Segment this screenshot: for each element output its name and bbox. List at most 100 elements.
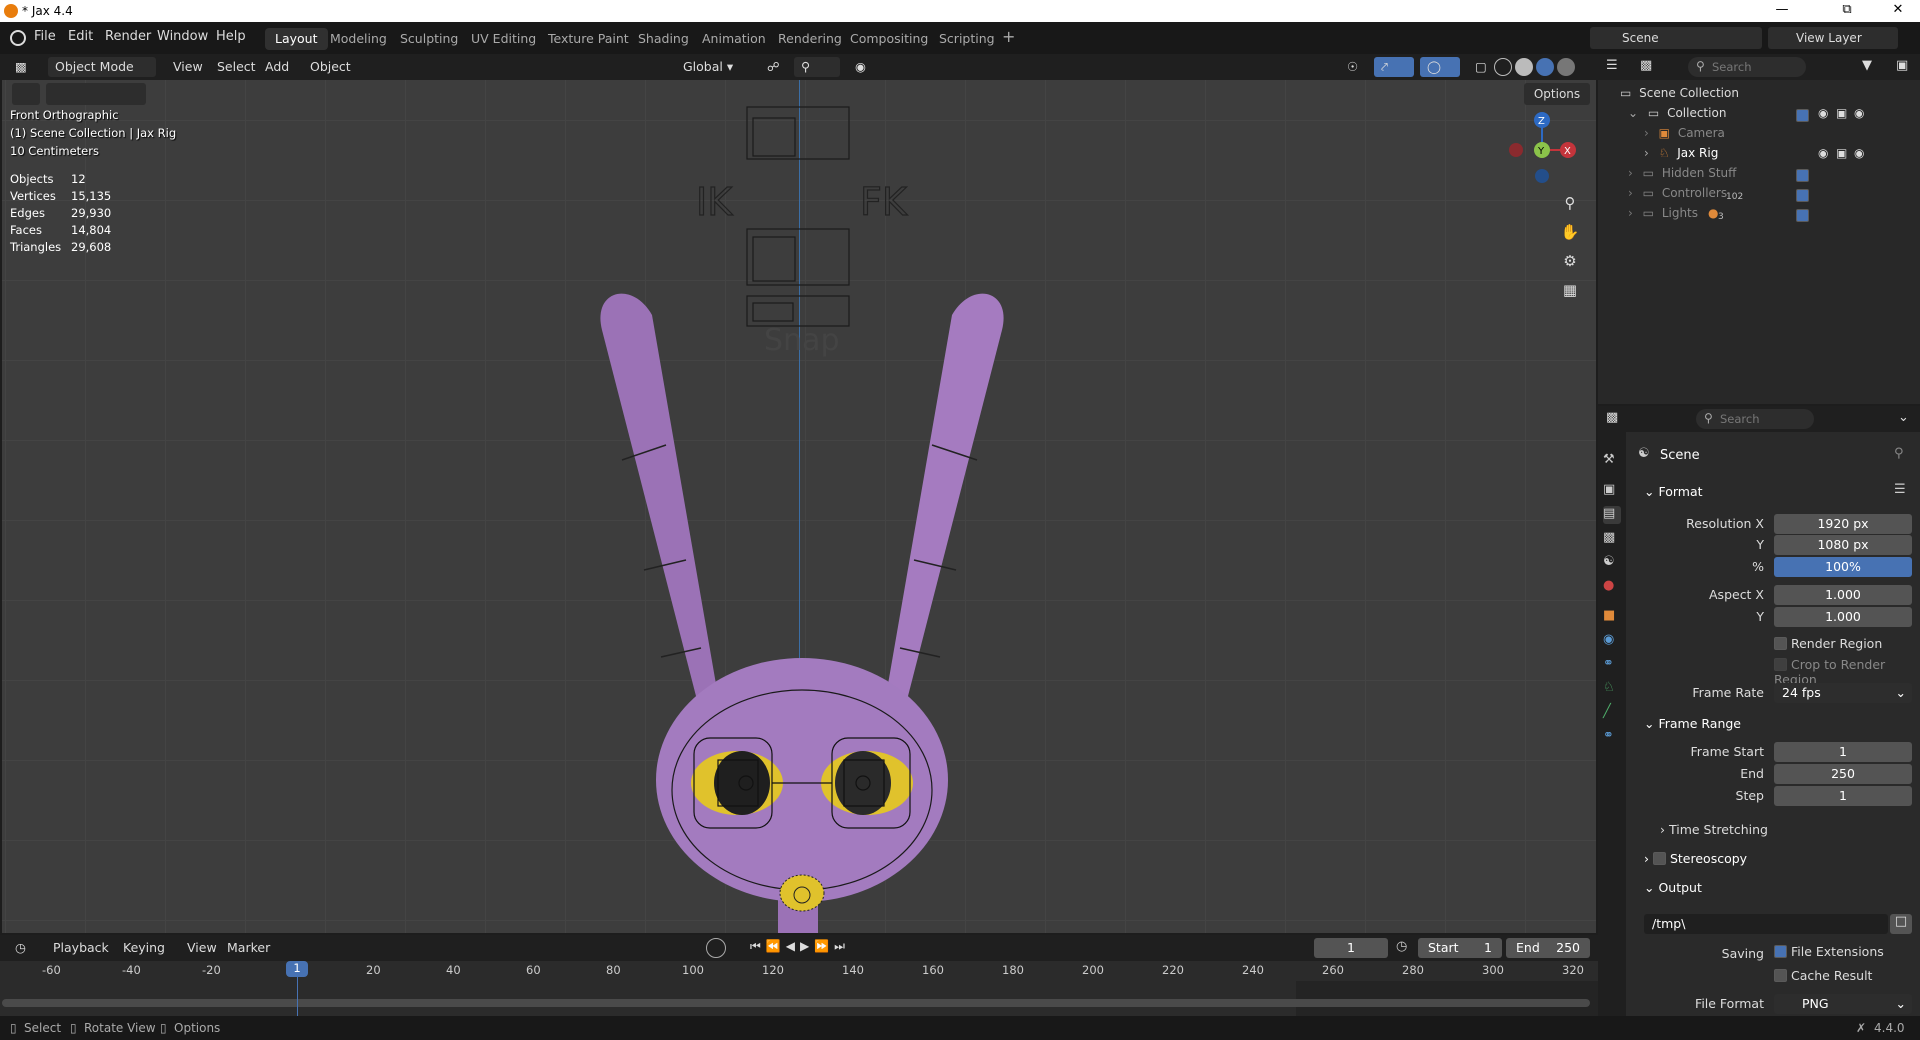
outliner-search-input[interactable]: ⚲ Search [1688,57,1806,77]
output-tab-icon[interactable]: ▤ [1603,506,1621,524]
rig-control-box[interactable] [752,302,794,322]
properties-search-input[interactable]: ⚲ Search [1696,409,1814,429]
zoom-icon[interactable]: ⚲ [1558,194,1582,218]
select-mode-icons[interactable] [46,83,146,105]
pivot-icon[interactable]: ☍ [760,57,790,77]
tab-compositing[interactable]: Compositing [840,28,938,50]
menu-add[interactable]: Add [258,57,296,77]
clock-icon[interactable]: ◷ [1396,939,1407,954]
viewport-disable-icon[interactable]: ▣ [1836,106,1847,120]
tab-scripting[interactable]: Scripting [929,28,1005,50]
filter-icon[interactable]: ▼ [1862,58,1892,76]
rig-control-box[interactable] [752,236,796,282]
editor-type-icon[interactable]: ▩ [8,57,42,77]
tab-uv-editing[interactable]: UV Editing [461,28,546,50]
rendered-shading-icon[interactable] [1557,58,1575,76]
tool-tab-icon[interactable]: ⚒ [1603,452,1621,470]
rig-control-box[interactable] [746,106,850,160]
navigation-gizmo[interactable]: Z X Y [1502,108,1582,188]
format-section-header[interactable]: ⌄ Format [1644,484,1703,499]
output-section-header[interactable]: ⌄ Output [1644,880,1702,895]
wireframe-shading-icon[interactable] [1494,58,1512,76]
menu-edit[interactable]: Edit [68,29,93,44]
frame-end-field[interactable]: 250 [1774,764,1912,784]
timeline-scrollbar[interactable] [2,999,1590,1007]
eye-icon[interactable]: ◉ [1818,146,1828,160]
stereoscopy-section-header[interactable]: › Stereoscopy [1644,851,1747,866]
end-frame-field[interactable]: End 250 [1506,938,1590,958]
rig-control-box[interactable] [752,117,796,157]
playback-controls[interactable]: ⏮⏪◀▶⏩⏭ [750,939,850,954]
orientation-selector[interactable]: Global ▾ [676,57,752,77]
menu-render[interactable]: Render [105,29,151,44]
tab-animation[interactable]: Animation [692,28,776,50]
bone-constraint-tab-icon[interactable]: ⚭ [1603,728,1621,746]
tab-shading[interactable]: Shading [628,28,699,50]
output-path-input[interactable]: /tmp\ [1644,914,1888,934]
file-extensions-checkbox[interactable]: File Extensions [1774,944,1884,959]
xray-icon[interactable]: ▢ [1468,57,1488,77]
object-tab-icon[interactable]: ■ [1603,608,1621,626]
auto-keying-icon[interactable] [706,938,726,958]
view-layer-tab-icon[interactable]: ▩ [1603,530,1621,548]
properties-editor-type-icon[interactable]: ▩ [1606,410,1636,428]
bone-tab-icon[interactable]: ╱ [1603,704,1621,722]
chevron-down-icon[interactable]: ⌄ [1898,410,1914,428]
current-frame-field[interactable]: 1 [1314,938,1388,958]
outliner-item-jax-rig[interactable]: › ♘ Jax Rig ◉ ▣ ◉ [1644,146,1914,166]
overlay-toggle-icon[interactable]: ◯ [1420,57,1460,77]
resolution-y-field[interactable]: 1080 px [1774,535,1912,555]
eye-icon[interactable]: ◉ [1818,106,1828,120]
menu-object[interactable]: Object [303,57,358,77]
timeline-editor-type-icon[interactable]: ◷ [8,938,40,958]
exclude-checkbox[interactable] [1796,209,1809,222]
render-disable-icon[interactable]: ◉ [1854,106,1864,120]
presets-list-icon[interactable]: ☰ [1894,482,1906,497]
blender-menu-icon[interactable] [10,30,26,46]
render-region-checkbox[interactable]: Render Region [1774,636,1882,651]
new-collection-icon[interactable]: ▣ [1896,58,1916,76]
scene-collection-row[interactable]: ▭ Scene Collection [1620,86,1739,106]
resolution-x-field[interactable]: 1920 px [1774,514,1912,534]
solid-shading-icon[interactable] [1515,58,1533,76]
add-workspace-icon[interactable]: + [1002,27,1015,46]
3d-viewport[interactable]: Options Front Orthographic (1) Scene Col… [2,80,1596,933]
frame-step-field[interactable]: 1 [1774,786,1912,806]
menu-file[interactable]: File [34,29,56,44]
outliner-item-hidden-stuff[interactable]: › ▭ Hidden Stuff [1628,166,1918,186]
start-frame-field[interactable]: Start 1 [1418,938,1502,958]
frame-range-section-header[interactable]: ⌄ Frame Range [1644,716,1741,731]
proportional-edit-icon[interactable]: ◉ [848,57,892,77]
exclude-checkbox[interactable] [1796,189,1809,202]
menu-playback[interactable]: Playback [46,938,116,958]
mode-selector[interactable]: Object Mode [48,57,156,77]
outliner-editor-type-icon[interactable]: ☰ [1606,58,1636,76]
timeline-track[interactable] [0,961,1598,1016]
exclude-checkbox[interactable] [1796,109,1809,122]
perspective-toggle-icon[interactable]: ▦ [1558,281,1582,305]
tab-layout[interactable]: Layout [265,28,328,50]
menu-keying[interactable]: Keying [116,938,172,958]
playhead[interactable]: 1 [286,961,308,977]
data-tab-icon[interactable]: ♘ [1603,680,1621,698]
render-disable-icon[interactable]: ◉ [1854,146,1864,160]
tab-texture-paint[interactable]: Texture Paint [538,28,639,50]
restore-icon[interactable]: ⧉ [1825,2,1869,20]
gizmo-neg-z-axis[interactable] [1535,169,1549,183]
menu-help[interactable]: Help [216,29,246,44]
visibility-icon[interactable]: ☉ [1340,57,1370,77]
pin-icon[interactable]: ⚲ [1894,446,1904,461]
menu-select[interactable]: Select [210,57,263,77]
gizmo-neg-x-axis[interactable] [1509,143,1523,157]
outliner-item-camera[interactable]: › ▣ Camera [1644,126,1914,146]
close-icon[interactable]: ✕ [1876,2,1920,20]
frame-rate-dropdown[interactable]: 24 fps ⌄ [1774,683,1912,703]
pan-hand-icon[interactable]: ✋ [1558,223,1582,247]
viewport-disable-icon[interactable]: ▣ [1836,146,1847,160]
menu-view[interactable]: View [180,938,224,958]
view-layer-selector[interactable]: View Layer [1768,27,1898,49]
select-tool-icon[interactable] [12,83,40,105]
exclude-checkbox[interactable] [1796,169,1809,182]
resolution-percent-field[interactable]: 100% [1774,557,1912,577]
outliner-item-collection[interactable]: ⌄ ▭ Collection ◉ ▣ ◉ [1628,106,1918,126]
